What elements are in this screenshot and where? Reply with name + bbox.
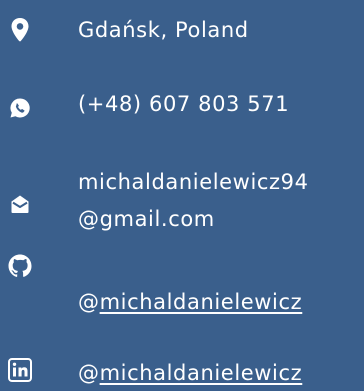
github-handle: michaldanielewicz: [99, 290, 303, 314]
whatsapp-icon: [8, 96, 32, 120]
envelope-icon: [8, 192, 32, 216]
linkedin-icon: [8, 358, 32, 382]
linkedin-handle: michaldanielewicz: [99, 361, 303, 385]
location-text: Gdańsk, Poland: [78, 18, 249, 42]
github-icon: [8, 254, 32, 278]
linkedin-at-sign: @: [78, 361, 100, 385]
phone-text[interactable]: (+48) 607 803 571: [78, 86, 289, 122]
github-link[interactable]: @michaldanielewicz: [78, 284, 302, 320]
github-at-sign: @: [78, 290, 100, 314]
email-line-2: @gmail.com: [78, 207, 215, 231]
linkedin-link[interactable]: @michaldanielewicz: [78, 355, 302, 391]
map-pin-icon: [8, 18, 32, 42]
email-line-1: michaldanielewicz94: [78, 170, 309, 194]
email-link[interactable]: michaldanielewicz94 @gmail.com: [78, 164, 309, 238]
